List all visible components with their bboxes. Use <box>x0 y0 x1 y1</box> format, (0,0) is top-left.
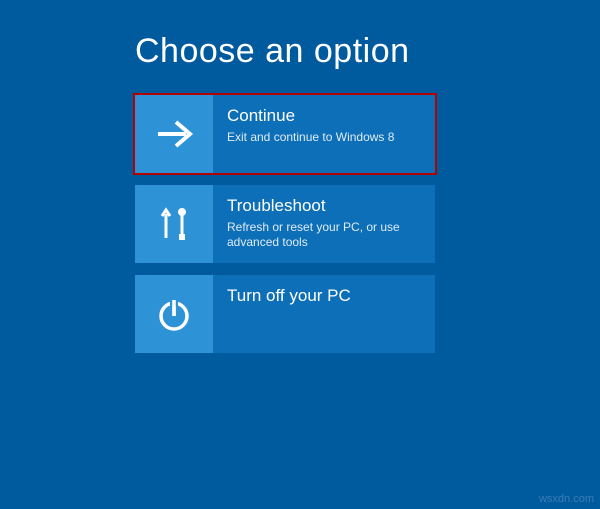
option-text: Troubleshoot Refresh or reset your PC, o… <box>213 185 429 263</box>
option-title: Troubleshoot <box>227 195 417 216</box>
option-continue[interactable]: Continue Exit and continue to Windows 8 <box>135 95 435 173</box>
boot-options-screen: Choose an option Continue Exit and conti… <box>0 0 600 353</box>
option-desc: Exit and continue to Windows 8 <box>227 130 394 145</box>
option-desc: Refresh or reset your PC, or use advance… <box>227 220 417 250</box>
option-text: Continue Exit and continue to Windows 8 <box>213 95 406 173</box>
page-title: Choose an option <box>135 32 600 71</box>
tools-icon <box>135 185 213 263</box>
watermark: wsxdn.com <box>539 493 594 505</box>
option-title: Continue <box>227 105 394 126</box>
power-icon <box>135 275 213 353</box>
option-title: Turn off your PC <box>227 285 351 306</box>
option-turn-off[interactable]: Turn off your PC <box>135 275 435 353</box>
option-text: Turn off your PC <box>213 275 363 353</box>
option-troubleshoot[interactable]: Troubleshoot Refresh or reset your PC, o… <box>135 185 435 263</box>
arrow-right-icon <box>135 95 213 173</box>
